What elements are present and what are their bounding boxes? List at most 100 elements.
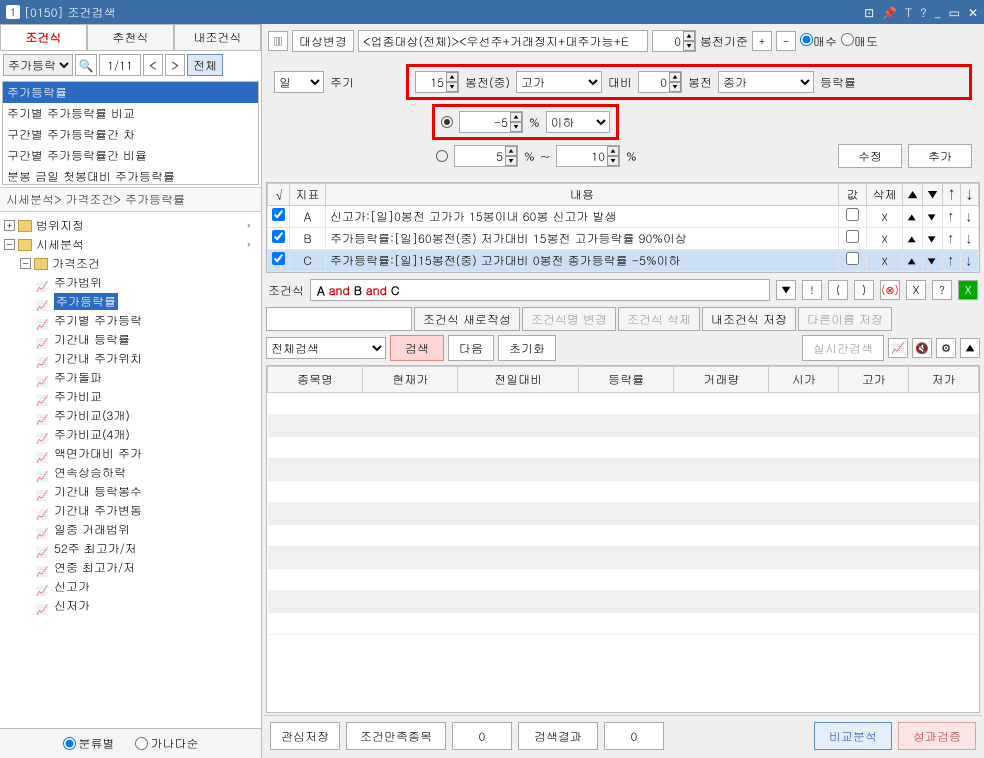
row-check[interactable]: [272, 230, 285, 243]
spin-up-icon[interactable]: ▲: [607, 146, 619, 156]
spin-down-icon[interactable]: ▼: [683, 41, 695, 51]
move-down-btn[interactable]: ▼: [923, 228, 943, 250]
tab-mine[interactable]: 내조건식: [174, 24, 261, 50]
delete-formula-btn[interactable]: 조건식 삭제: [618, 307, 700, 331]
clear-formula-btn[interactable]: X: [906, 280, 926, 300]
quick-list-item[interactable]: 구간별 주가등락률간 비율: [3, 145, 258, 166]
search-scope-select[interactable]: 전체검색: [266, 337, 386, 359]
spin-up-icon[interactable]: ▲: [510, 112, 522, 122]
collapse-icon[interactable]: −: [20, 258, 31, 269]
spin-down-icon[interactable]: ▼: [510, 122, 522, 132]
filter-type-select[interactable]: 주가등락: [3, 54, 73, 76]
period-unit-select[interactable]: 일: [274, 71, 324, 93]
delete-row-btn[interactable]: X: [867, 206, 903, 228]
minimize-icon[interactable]: _: [935, 4, 941, 21]
quick-list-item[interactable]: 분봉 금일 첫봉대비 주가등락률: [3, 166, 258, 185]
buy-radio[interactable]: 매수: [800, 33, 837, 50]
settings-icon[interactable]: ⚙: [936, 338, 956, 358]
formula-display[interactable]: A and B and C: [310, 279, 770, 301]
col-high[interactable]: 고가: [839, 367, 909, 393]
help-icon[interactable]: ?: [920, 4, 927, 21]
col-price[interactable]: 현재가: [363, 367, 458, 393]
prev-page-btn[interactable]: <: [143, 54, 163, 76]
spin-down-icon[interactable]: ▼: [607, 156, 619, 166]
sort-by-name[interactable]: 가나다순: [135, 735, 199, 752]
tree-leaf[interactable]: 신저가: [4, 596, 257, 615]
tree-leaf[interactable]: 일중 거래범위: [4, 520, 257, 539]
modify-condition-btn[interactable]: 수정: [838, 144, 902, 168]
result-row[interactable]: [268, 613, 979, 635]
move-top-btn[interactable]: ↑: [943, 228, 961, 250]
save-as-btn[interactable]: 다른이름 저장: [798, 307, 892, 331]
tab-recommend[interactable]: 추천식: [87, 24, 174, 50]
end-type-select[interactable]: 종가: [718, 71, 814, 93]
move-up-btn[interactable]: ▲: [903, 250, 923, 272]
tree-leaf[interactable]: 기간내 등락률: [4, 330, 257, 349]
col-change[interactable]: 전일대비: [458, 367, 579, 393]
spin-down-icon[interactable]: ▼: [669, 82, 681, 92]
add-condition-btn[interactable]: 추가: [908, 144, 972, 168]
spin-up-icon[interactable]: ▲: [669, 72, 681, 82]
run-search-btn[interactable]: 검색: [390, 335, 444, 361]
tab-formula[interactable]: 조건식: [0, 24, 87, 50]
tree-leaf[interactable]: 주가범위: [4, 273, 257, 292]
spin-up-icon[interactable]: ▲: [505, 146, 517, 156]
collapse-up-icon[interactable]: ▲: [960, 338, 980, 358]
result-row[interactable]: [268, 437, 979, 459]
col-indicator[interactable]: 지표: [290, 184, 326, 206]
chart-view-icon[interactable]: 📈: [888, 338, 908, 358]
compare-analysis-btn[interactable]: 비교분석: [814, 722, 892, 750]
reset-btn[interactable]: 초기화: [498, 335, 556, 361]
value-check[interactable]: [846, 208, 859, 221]
close-icon[interactable]: ✕: [968, 4, 978, 21]
quick-list-item[interactable]: 주기별 주가등락률 비교: [3, 103, 258, 124]
tree-leaf[interactable]: 액면가대비 주가: [4, 444, 257, 463]
col-name[interactable]: 종목명: [268, 367, 363, 393]
search-icon[interactable]: 🔍: [75, 54, 97, 76]
sound-toggle-icon[interactable]: 🔇: [912, 338, 932, 358]
page-input[interactable]: [99, 54, 141, 76]
spin-up-icon[interactable]: ▲: [683, 31, 695, 41]
comparator-select[interactable]: 이하: [546, 111, 610, 133]
sort-by-category[interactable]: 분류별: [63, 735, 115, 752]
tree-leaf[interactable]: 기간내 등락봉수: [4, 482, 257, 501]
tree-leaf[interactable]: 주가비교: [4, 387, 257, 406]
result-row[interactable]: [268, 393, 979, 415]
tree-leaf[interactable]: 신고가: [4, 577, 257, 596]
move-bottom-btn[interactable]: ↓: [961, 250, 979, 272]
row-check[interactable]: [272, 208, 285, 221]
paren-del-icon[interactable]: (⊗): [880, 280, 900, 300]
all-btn[interactable]: 전체: [187, 54, 223, 76]
paren-close-btn[interactable]: ): [854, 280, 874, 300]
save-interest-btn[interactable]: 관심저장: [270, 722, 340, 750]
move-down-btn[interactable]: ▼: [923, 206, 943, 228]
tree-leaf-selected[interactable]: 주가등락률: [4, 292, 257, 311]
quick-list-item[interactable]: 주가등락률: [3, 82, 258, 103]
tree-node-price[interactable]: − 가격조건: [4, 254, 257, 273]
tree-node-market[interactable]: − 시세분석 ›: [4, 235, 257, 254]
not-btn[interactable]: !: [802, 280, 822, 300]
move-up-btn[interactable]: ▲: [903, 206, 923, 228]
tree-leaf[interactable]: 기간내 주가변동: [4, 501, 257, 520]
quick-list-item[interactable]: 구간별 주가등락률간 차: [3, 124, 258, 145]
collapse-icon[interactable]: −: [4, 239, 15, 250]
next-result-btn[interactable]: 다음: [448, 335, 494, 361]
price-type-select[interactable]: 고가: [516, 71, 602, 93]
col-delete[interactable]: 삭제: [867, 184, 903, 206]
value-check[interactable]: [846, 230, 859, 243]
condition-row[interactable]: A 신고가:[일]0봉전 고가가 15봉이내 60봉 신고가 발생 X ▲ ▼ …: [268, 206, 979, 228]
spin-up-icon[interactable]: ▲: [446, 72, 458, 82]
col-check[interactable]: √: [268, 184, 290, 206]
result-row[interactable]: [268, 503, 979, 525]
pin-icon[interactable]: 📌: [882, 4, 897, 21]
col-value[interactable]: 값: [839, 184, 867, 206]
tree-leaf[interactable]: 주가비교(4개): [4, 425, 257, 444]
toggle-target-icon[interactable]: ▥: [268, 31, 288, 51]
move-top-btn[interactable]: ↑: [943, 206, 961, 228]
range-value-radio[interactable]: [436, 150, 448, 162]
result-row[interactable]: [268, 525, 979, 547]
formula-name-input[interactable]: [266, 307, 412, 331]
text-icon[interactable]: T: [905, 4, 912, 21]
delete-row-btn[interactable]: X: [867, 250, 903, 272]
tree-leaf[interactable]: 연속상승하락: [4, 463, 257, 482]
